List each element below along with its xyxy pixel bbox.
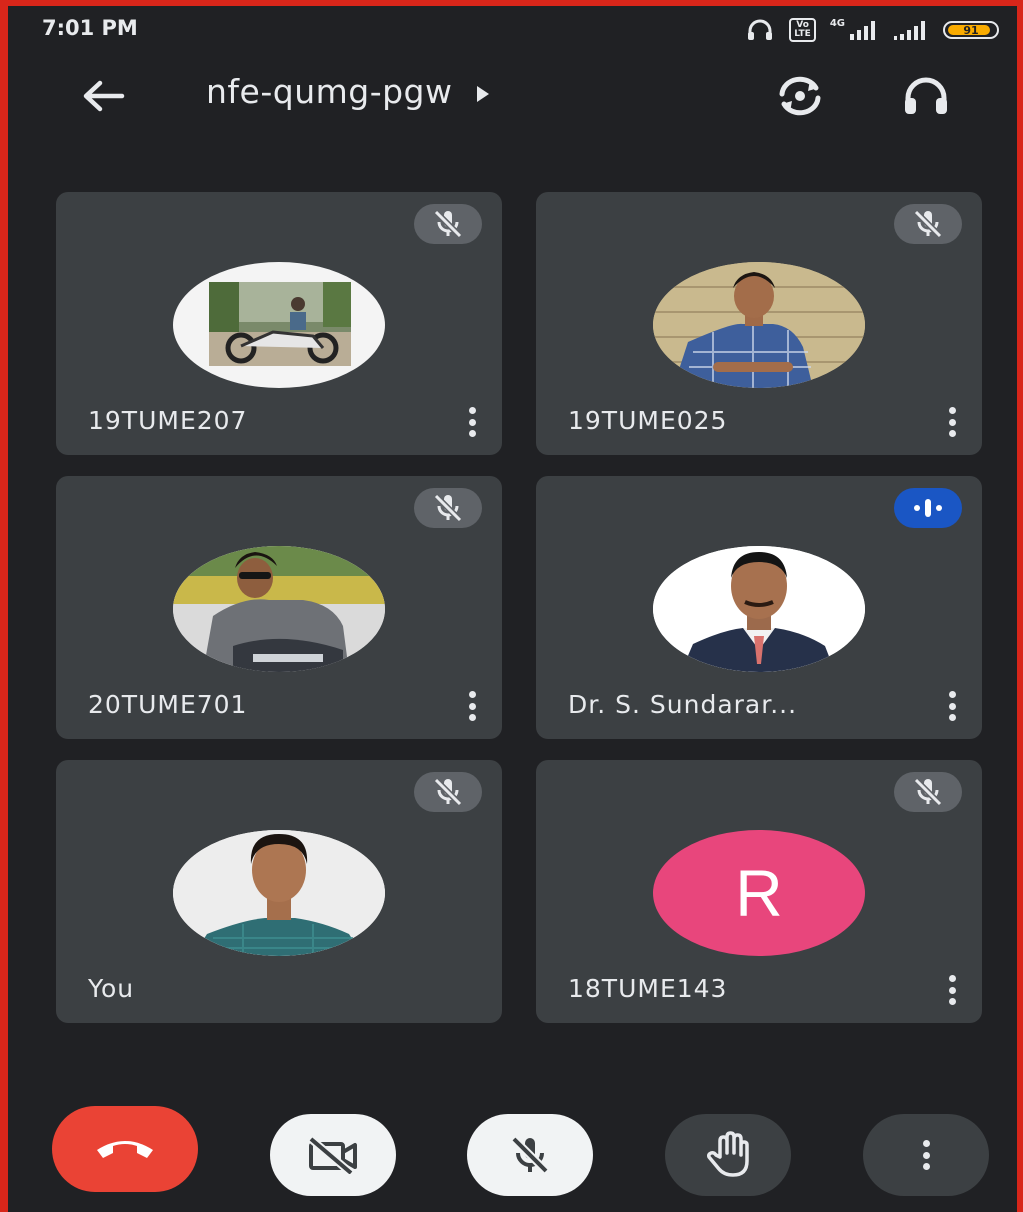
avatar-photo (653, 546, 865, 672)
meet-call-screen: 7:01 PM Vo LTE 4G 91 nfe-qumg-pgw 19TUME… (8, 6, 1017, 1212)
mic-off-icon (433, 777, 463, 807)
participant-name: 18TUME143 (568, 974, 728, 1003)
participant-name: 19TUME207 (88, 406, 248, 435)
avatar-photo (653, 262, 865, 388)
more-options-icon[interactable] (942, 975, 962, 1005)
mic-off-icon (913, 777, 943, 807)
end-call-icon (97, 1141, 153, 1158)
participant-tile[interactable]: 19TUME207 (56, 192, 502, 455)
mic-off-icon (913, 209, 943, 239)
mic-muted-badge (414, 772, 482, 812)
avatar (173, 546, 385, 672)
more-options-icon[interactable] (462, 691, 482, 721)
end-call-button[interactable] (52, 1106, 198, 1192)
mic-off-icon (511, 1136, 549, 1174)
raise-hand-icon (707, 1131, 749, 1177)
mic-off-button[interactable] (467, 1114, 593, 1196)
mic-muted-badge (894, 772, 962, 812)
avatar (173, 830, 385, 956)
self-tile[interactable]: You (56, 760, 502, 1023)
network-type: 4G (829, 17, 845, 29)
participant-name: 20TUME701 (88, 690, 248, 719)
participant-name: Dr. S. Sundarar... (568, 690, 798, 719)
avatar (173, 262, 385, 388)
more-vert-icon (916, 1140, 936, 1170)
status-time: 7:01 PM (42, 16, 138, 40)
mic-muted-badge (894, 204, 962, 244)
letter-avatar: R (653, 830, 865, 956)
speaking-indicator-icon (914, 499, 942, 517)
meeting-code: nfe-qumg-pgw (206, 72, 453, 111)
speaking-badge (894, 488, 962, 528)
headphones-icon[interactable] (900, 74, 952, 118)
camera-off-button[interactable] (270, 1114, 396, 1196)
avatar-photo (173, 830, 385, 956)
meeting-title[interactable]: nfe-qumg-pgw (206, 72, 489, 111)
battery-level: 91 (963, 23, 979, 37)
more-options-icon[interactable] (942, 407, 962, 437)
mic-muted-badge (414, 204, 482, 244)
participant-tile[interactable]: 20TUME701 (56, 476, 502, 739)
avatar (653, 262, 865, 388)
camera-off-icon (308, 1136, 357, 1174)
back-arrow-icon[interactable] (78, 74, 128, 118)
avatar-photo (209, 282, 351, 366)
status-icons: Vo LTE 4G 91 (745, 18, 999, 42)
signal-icon (894, 21, 925, 40)
volte-icon: Vo LTE (789, 18, 816, 42)
participant-tile[interactable]: 19TUME025 (536, 192, 982, 455)
raise-hand-button[interactable] (665, 1114, 791, 1196)
more-options-button[interactable] (863, 1114, 989, 1196)
switch-camera-icon[interactable] (774, 74, 826, 118)
avatar (653, 546, 865, 672)
more-options-icon[interactable] (462, 407, 482, 437)
participant-name: You (88, 974, 135, 1003)
expand-caret-icon (476, 85, 489, 102)
battery-icon: 91 (943, 21, 999, 39)
signal-icon (850, 21, 875, 40)
more-options-icon[interactable] (942, 691, 962, 721)
mic-off-icon (433, 209, 463, 239)
avatar-photo (173, 546, 385, 672)
mic-off-icon (433, 493, 463, 523)
participant-tile[interactable]: Dr. S. Sundarar... (536, 476, 982, 739)
headphones-icon (748, 19, 773, 40)
participant-tile[interactable]: R 18TUME143 (536, 760, 982, 1023)
mic-muted-badge (414, 488, 482, 528)
volte-bottom: LTE (794, 29, 811, 39)
participant-name: 19TUME025 (568, 406, 728, 435)
